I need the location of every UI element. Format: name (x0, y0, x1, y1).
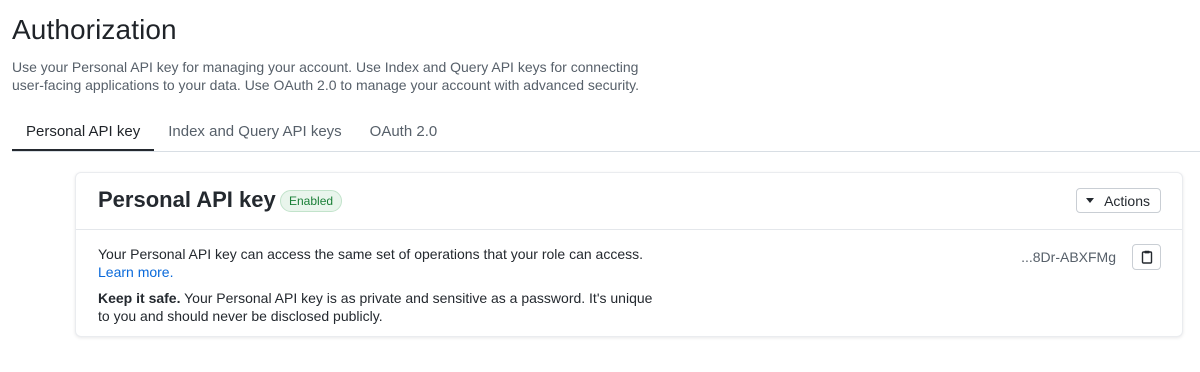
keep-safe-text: Your Personal API key is as private and … (98, 290, 653, 324)
caret-down-icon (1086, 198, 1095, 203)
access-text: Your Personal API key can access the sam… (98, 246, 644, 262)
copy-key-button[interactable] (1132, 244, 1161, 270)
card-header: Personal API key Enabled Actions (76, 173, 1182, 230)
page-description: Use your Personal API key for managing y… (12, 59, 639, 93)
masked-api-key: ...8Dr-ABXFMg (1021, 249, 1116, 265)
actions-label: Actions (1104, 192, 1150, 209)
card-title: Personal API key (98, 187, 276, 212)
keep-safe-bold: Keep it safe. (98, 290, 181, 306)
tab-bar: Personal API key Index and Query API key… (12, 112, 1200, 152)
page-title: Authorization (12, 14, 177, 45)
clipboard-icon (1141, 250, 1152, 264)
tab-index-and-query-api-keys[interactable]: Index and Query API keys (154, 112, 355, 150)
personal-api-key-card: Personal API key Enabled Actions Your Pe… (75, 172, 1183, 337)
tab-personal-api-key[interactable]: Personal API key (12, 112, 155, 151)
card-body: Your Personal API key can access the sam… (98, 245, 658, 325)
status-badge: Enabled (280, 190, 343, 212)
keep-safe-note: Keep it safe. Your Personal API key is a… (98, 289, 658, 325)
actions-button[interactable]: Actions (1076, 188, 1161, 213)
access-description: Your Personal API key can access the sam… (98, 245, 658, 281)
tab-oauth[interactable]: OAuth 2.0 (356, 112, 452, 150)
learn-more-link[interactable]: Learn more. (98, 264, 173, 280)
authorization-page: Authorization Use your Personal API key … (0, 0, 1200, 372)
